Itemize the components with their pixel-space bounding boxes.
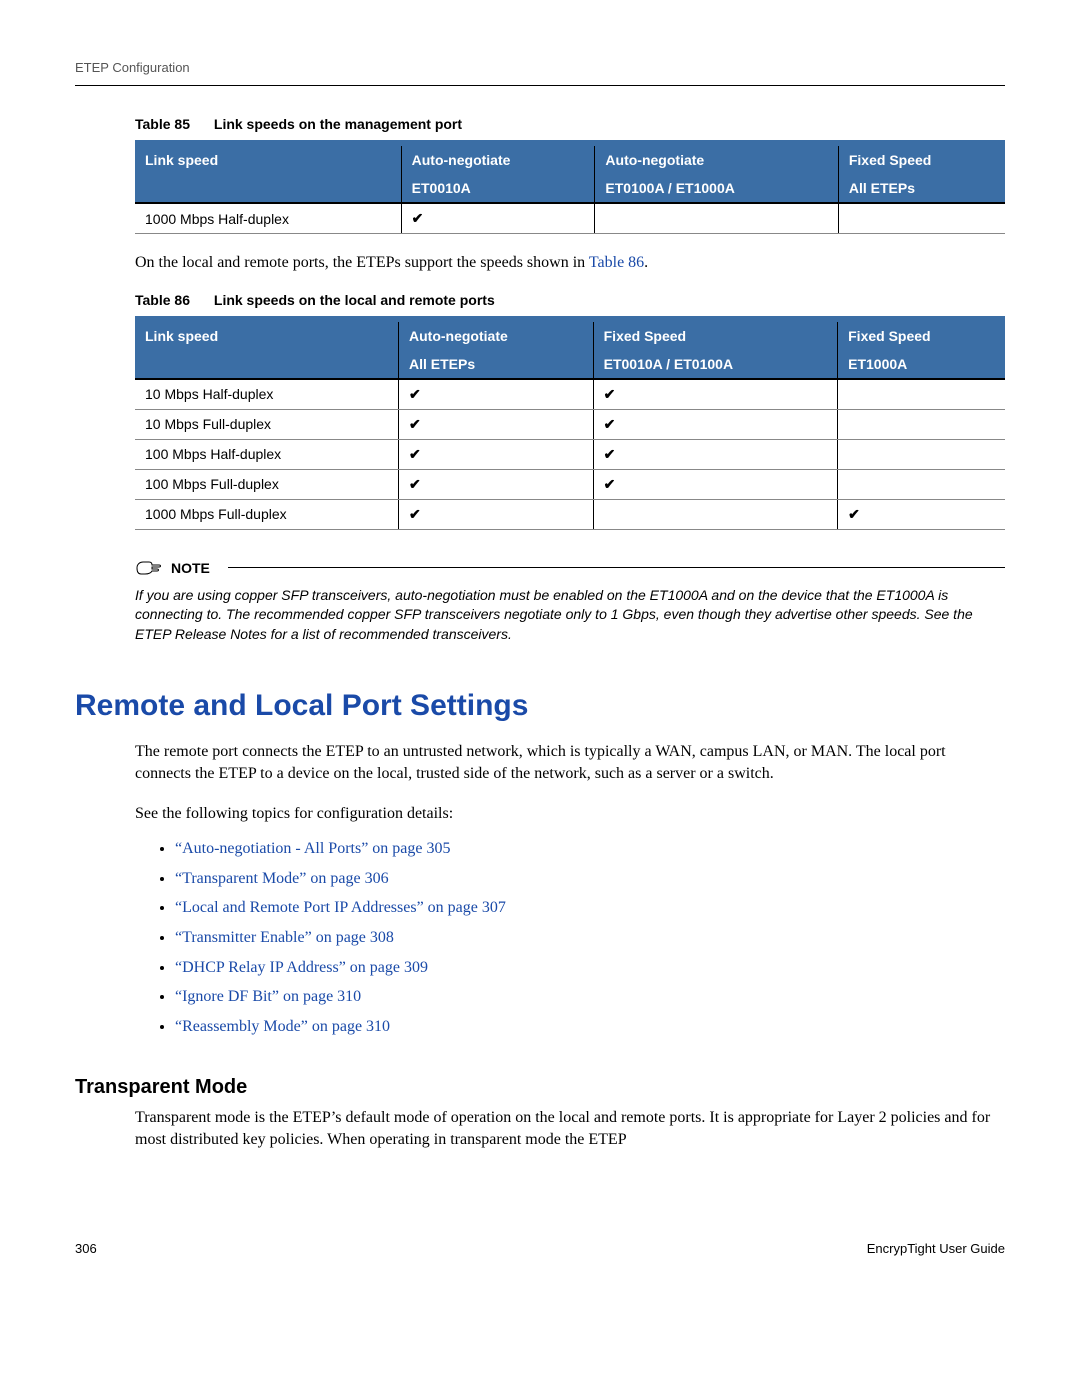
table-row: 10 Mbps Half-duplex✔✔ [135, 379, 1005, 410]
list-item: “DHCP Relay IP Address” on page 309 [175, 953, 1005, 983]
cross-ref-link[interactable]: “Transmitter Enable” on page 308 [175, 929, 394, 946]
list-item: “Ignore DF Bit” on page 310 [175, 982, 1005, 1012]
th: Auto-negotiate [595, 143, 838, 174]
th: ET0010A [401, 174, 595, 203]
cross-ref-link[interactable]: “DHCP Relay IP Address” on page 309 [175, 959, 428, 976]
header-text: ETEP Configuration [75, 60, 1005, 75]
th [135, 174, 401, 203]
th: Fixed Speed [593, 319, 838, 350]
table-row: 100 Mbps Half-duplex✔✔ [135, 439, 1005, 469]
link-list: “Auto-negotiation - All Ports” on page 3… [175, 834, 1005, 1041]
table85: Link speed Auto-negotiate Auto-negotiate… [135, 140, 1005, 234]
list-item: “Auto-negotiation - All Ports” on page 3… [175, 834, 1005, 864]
footer: 306 EncrypTight User Guide [75, 1241, 1005, 1256]
th: Fixed Speed [838, 143, 1005, 174]
table86: Link speed Auto-negotiate Fixed Speed Fi… [135, 316, 1005, 530]
table-row: 1000 Mbps Half-duplex ✔ [135, 203, 1005, 234]
th: All ETEPs [399, 350, 594, 379]
subsection-heading: Transparent Mode [75, 1076, 1005, 1099]
th: All ETEPs [838, 174, 1005, 203]
note-label: NOTE [171, 560, 210, 576]
th: ET0010A / ET0100A [593, 350, 838, 379]
note-rule [228, 567, 1005, 568]
th: ET0100A / ET1000A [595, 174, 838, 203]
paragraph: The remote port connects the ETEP to an … [135, 741, 1005, 784]
cross-ref-link[interactable]: “Transparent Mode” on page 306 [175, 870, 389, 887]
list-item: “Reassembly Mode” on page 310 [175, 1012, 1005, 1042]
table-row: 10 Mbps Full-duplex✔✔ [135, 409, 1005, 439]
th: ET1000A [838, 350, 1005, 379]
note-block: NOTE If you are using copper SFP transce… [135, 558, 1005, 645]
hand-point-icon [135, 558, 163, 578]
doc-title: EncrypTight User Guide [867, 1241, 1005, 1256]
header-rule [75, 85, 1005, 86]
list-item: “Transparent Mode” on page 306 [175, 864, 1005, 894]
cross-ref-link[interactable]: “Ignore DF Bit” on page 310 [175, 988, 361, 1005]
paragraph: On the local and remote ports, the ETEPs… [135, 252, 1005, 274]
paragraph: See the following topics for configurati… [135, 803, 1005, 825]
paragraph: Transparent mode is the ETEP’s default m… [135, 1107, 1005, 1150]
table-row: 1000 Mbps Full-duplex✔✔ [135, 499, 1005, 529]
page-number: 306 [75, 1241, 97, 1256]
list-item: “Local and Remote Port IP Addresses” on … [175, 893, 1005, 923]
th: Link speed [135, 319, 399, 350]
note-text: If you are using copper SFP transceivers… [135, 586, 1005, 645]
th: Fixed Speed [838, 319, 1005, 350]
cross-ref-link[interactable]: “Reassembly Mode” on page 310 [175, 1018, 390, 1035]
section-heading: Remote and Local Port Settings [75, 689, 1005, 723]
th [135, 350, 399, 379]
table-row: 100 Mbps Full-duplex✔✔ [135, 469, 1005, 499]
cross-ref-link[interactable]: “Auto-negotiation - All Ports” on page 3… [175, 840, 451, 857]
table86-caption: Table 86 Link speeds on the local and re… [135, 292, 1005, 308]
th: Auto-negotiate [401, 143, 595, 174]
cross-ref-link[interactable]: “Local and Remote Port IP Addresses” on … [175, 899, 506, 916]
th: Link speed [135, 143, 401, 174]
list-item: “Transmitter Enable” on page 308 [175, 923, 1005, 953]
th: Auto-negotiate [399, 319, 594, 350]
table86-link[interactable]: Table 86 [589, 254, 644, 271]
table85-caption: Table 85 Link speeds on the management p… [135, 116, 1005, 132]
